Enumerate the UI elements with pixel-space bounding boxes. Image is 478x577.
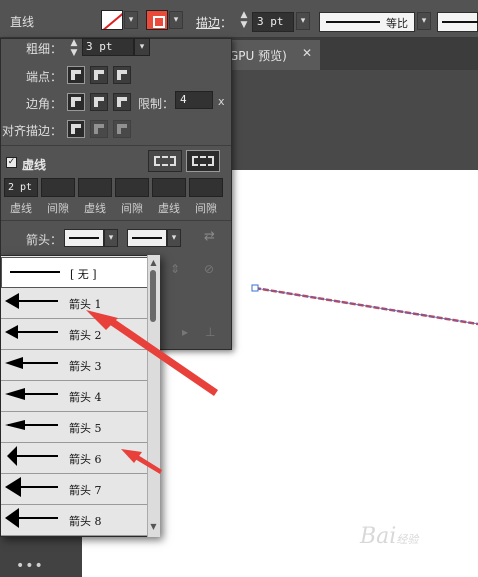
watermark-logo: Bai经验 [360, 524, 419, 549]
annotation-layer [86, 310, 218, 474]
annotation-arrow-1 [92, 314, 218, 396]
